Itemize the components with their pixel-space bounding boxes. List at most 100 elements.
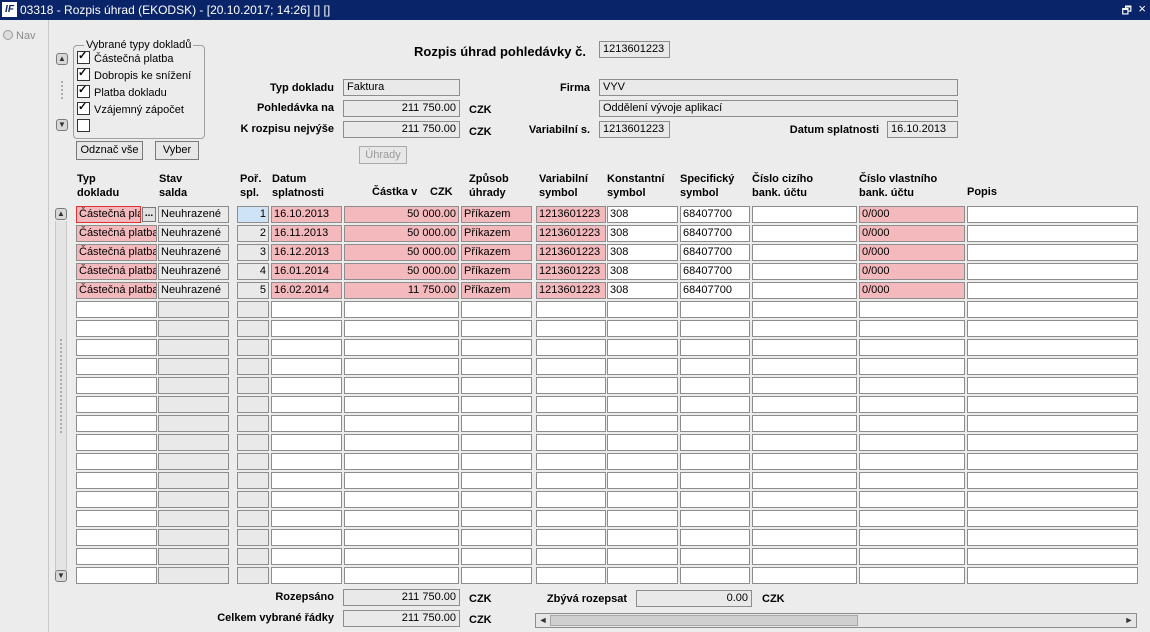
cell-datum[interactable] [271, 320, 342, 337]
cell-cizi[interactable] [752, 301, 857, 318]
cell-stav[interactable] [158, 491, 229, 508]
cell-cizi[interactable] [752, 548, 857, 565]
cell-por[interactable] [237, 358, 269, 375]
cell-vlastni[interactable] [859, 434, 965, 451]
cell-zpusob[interactable] [461, 358, 532, 375]
cell-ks[interactable] [607, 415, 678, 432]
cell-cizi[interactable] [752, 244, 857, 261]
cell-zpusob[interactable] [461, 415, 532, 432]
cell-vlastni[interactable] [859, 377, 965, 394]
filter-option[interactable] [77, 119, 94, 135]
checkbox-icon[interactable] [77, 49, 90, 64]
cell-typ[interactable]: Částečná platba [76, 206, 141, 223]
cell-zpusob[interactable] [461, 567, 532, 584]
cell-cizi[interactable] [752, 339, 857, 356]
cell-vs[interactable]: 1213601223 [536, 206, 606, 223]
filter-scroll-grip[interactable] [60, 80, 64, 100]
department-field[interactable]: Oddělení vývoje aplikací [599, 100, 958, 117]
cell-datum[interactable] [271, 567, 342, 584]
cell-cizi[interactable] [752, 434, 857, 451]
scroll-right-icon[interactable]: ► [1123, 614, 1135, 627]
cell-popis[interactable] [967, 453, 1138, 470]
remaining-field[interactable]: 0.00 [636, 590, 752, 607]
allocated-field[interactable]: 211 750.00 [343, 589, 460, 606]
cell-typ[interactable] [76, 567, 157, 584]
table-horizontal-scrollbar[interactable]: ◄ ► [535, 613, 1137, 628]
filter-option[interactable]: Platba dokladu [77, 83, 167, 101]
cell-typ[interactable] [76, 358, 157, 375]
cell-zpusob[interactable] [461, 548, 532, 565]
cell-datum[interactable]: 16.01.2014 [271, 263, 342, 280]
cell-stav[interactable] [158, 567, 229, 584]
due-date-field[interactable]: 16.10.2013 [887, 121, 958, 138]
cell-popis[interactable] [967, 282, 1138, 299]
cell-cizi[interactable] [752, 320, 857, 337]
cell-datum[interactable] [271, 339, 342, 356]
cell-ks[interactable] [607, 377, 678, 394]
cell-castka[interactable] [344, 529, 459, 546]
cell-stav[interactable] [158, 472, 229, 489]
lov-button[interactable]: ... [142, 207, 156, 222]
cell-typ[interactable] [76, 434, 157, 451]
horizontal-scroll-thumb[interactable] [550, 615, 858, 626]
cell-stav[interactable]: Neuhrazené [158, 244, 229, 261]
cell-popis[interactable] [967, 396, 1138, 413]
selected-rows-field[interactable]: 211 750.00 [343, 610, 460, 627]
table-scroll-down-icon[interactable]: ▼ [55, 570, 67, 582]
cell-stav[interactable]: Neuhrazené [158, 282, 229, 299]
cell-popis[interactable] [967, 415, 1138, 432]
cell-datum[interactable] [271, 415, 342, 432]
cell-vlastni[interactable] [859, 301, 965, 318]
cell-por[interactable] [237, 567, 269, 584]
cell-ks[interactable] [607, 510, 678, 527]
cell-zpusob[interactable] [461, 510, 532, 527]
cell-cizi[interactable] [752, 567, 857, 584]
cell-zpusob[interactable] [461, 434, 532, 451]
cell-popis[interactable] [967, 206, 1138, 223]
cell-vs[interactable] [536, 567, 606, 584]
cell-zpusob[interactable] [461, 472, 532, 489]
cell-datum[interactable] [271, 510, 342, 527]
cell-ks[interactable] [607, 491, 678, 508]
filter-scroll-up-icon[interactable]: ▲ [56, 53, 68, 65]
cell-zpusob[interactable]: Příkazem [461, 282, 532, 299]
cell-ks[interactable]: 308 [607, 263, 678, 280]
cell-zpusob[interactable] [461, 529, 532, 546]
cell-datum[interactable] [271, 472, 342, 489]
cell-vs[interactable]: 1213601223 [536, 282, 606, 299]
cell-stav[interactable]: Neuhrazené [158, 225, 229, 242]
cell-zpusob[interactable] [461, 320, 532, 337]
cell-typ[interactable] [76, 529, 157, 546]
cell-castka[interactable] [344, 358, 459, 375]
cell-vlastni[interactable] [859, 415, 965, 432]
cell-ss[interactable] [680, 415, 750, 432]
cell-stav[interactable]: Neuhrazené [158, 206, 229, 223]
cell-cizi[interactable] [752, 472, 857, 489]
cell-vs[interactable] [536, 510, 606, 527]
cell-cizi[interactable] [752, 263, 857, 280]
cell-typ[interactable] [76, 453, 157, 470]
nav-toggle[interactable]: Nav [3, 30, 36, 42]
cell-stav[interactable] [158, 548, 229, 565]
cell-castka[interactable] [344, 434, 459, 451]
cell-typ[interactable]: Částečná platba [76, 244, 157, 261]
cell-por[interactable] [237, 491, 269, 508]
cell-zpusob[interactable] [461, 301, 532, 318]
cell-popis[interactable] [967, 320, 1138, 337]
cell-vs[interactable] [536, 472, 606, 489]
cell-popis[interactable] [967, 510, 1138, 527]
cell-por[interactable] [237, 510, 269, 527]
cell-cizi[interactable] [752, 225, 857, 242]
table-scroll-grip[interactable] [59, 338, 63, 434]
cell-ks[interactable]: 308 [607, 225, 678, 242]
claim-number-field[interactable]: 1213601223 [599, 41, 670, 58]
cell-vlastni[interactable] [859, 396, 965, 413]
cell-vlastni[interactable]: 0/000 [859, 244, 965, 261]
cell-ss[interactable]: 68407700 [680, 244, 750, 261]
cell-stav[interactable] [158, 320, 229, 337]
cell-por[interactable] [237, 529, 269, 546]
cell-castka[interactable] [344, 491, 459, 508]
filter-option[interactable]: Částečná platba [77, 49, 174, 67]
cell-typ[interactable]: Částečná platba [76, 225, 157, 242]
cell-vs[interactable]: 1213601223 [536, 244, 606, 261]
